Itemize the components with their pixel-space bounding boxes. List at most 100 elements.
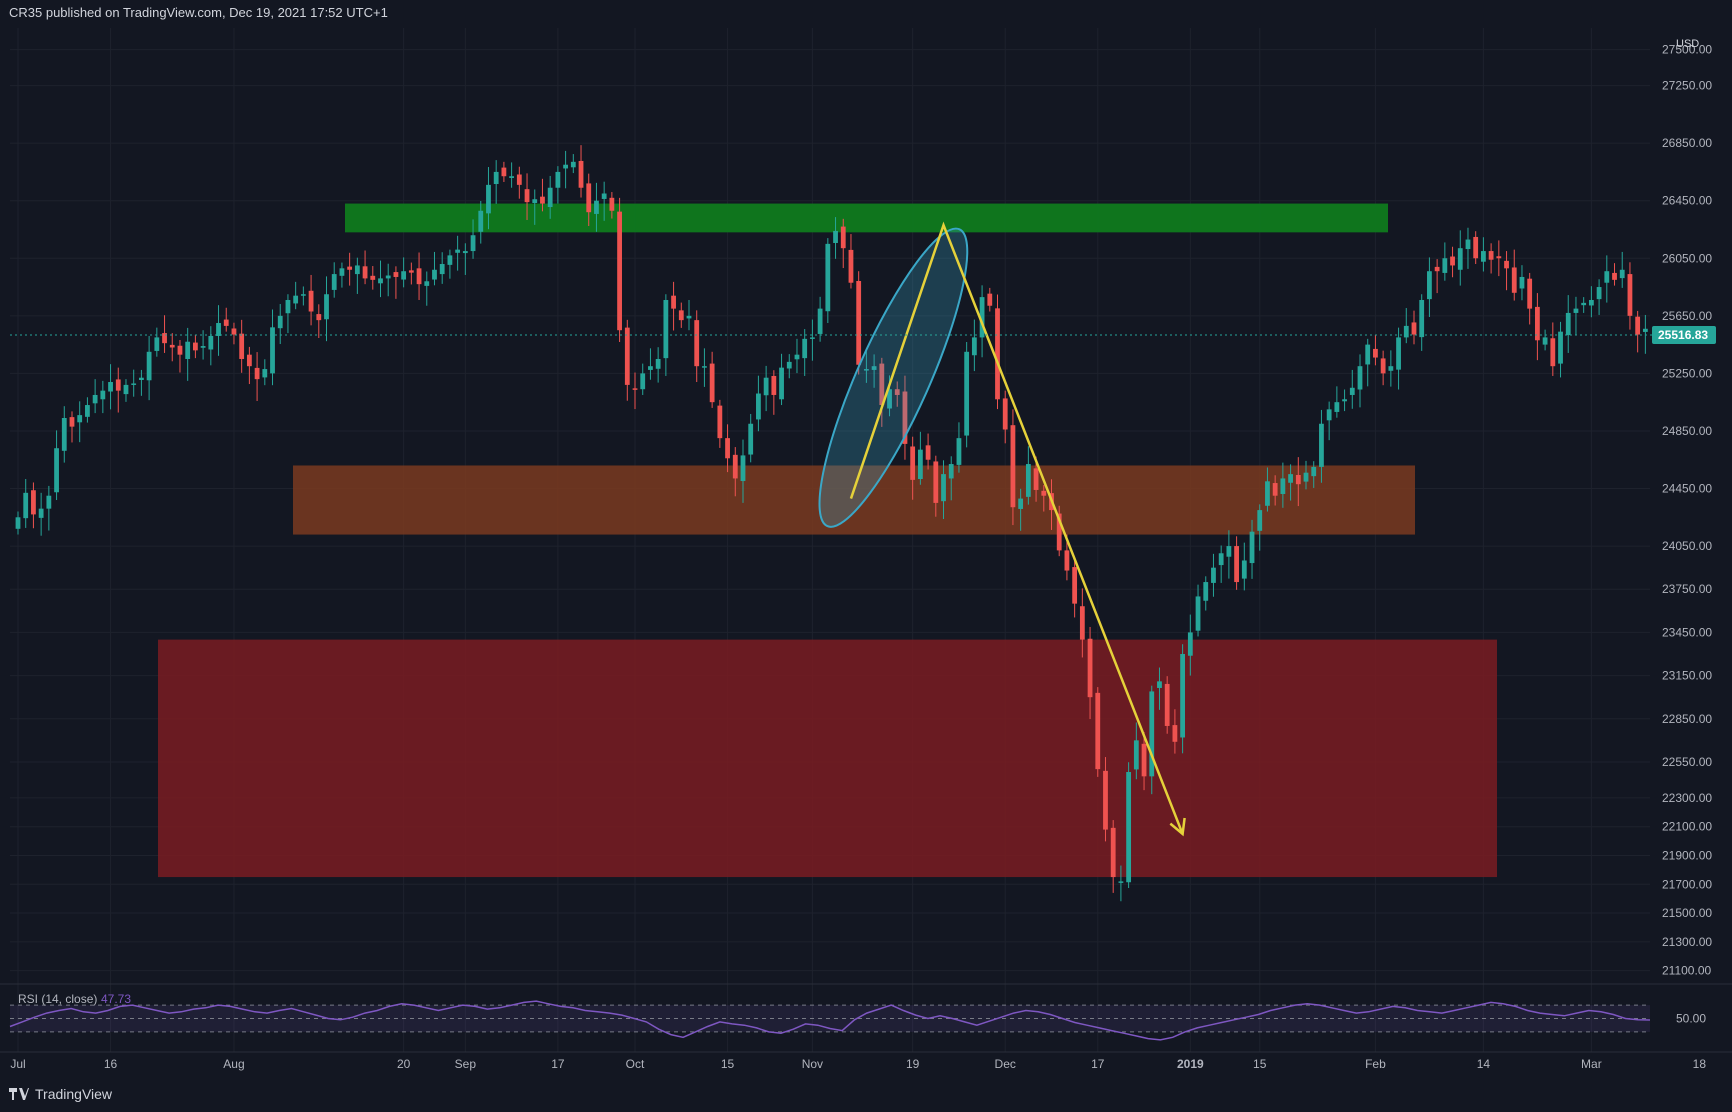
candle-body xyxy=(1018,498,1024,509)
candle-body xyxy=(331,274,337,290)
candle xyxy=(1527,272,1533,325)
candle xyxy=(1473,231,1479,265)
last-price-value: 25516.83 xyxy=(1658,328,1708,342)
candle-body xyxy=(1180,654,1186,738)
candle xyxy=(1488,243,1494,274)
candle xyxy=(1465,227,1471,269)
candle-body xyxy=(254,367,260,380)
candle-body xyxy=(941,474,946,502)
candle-body xyxy=(1434,266,1440,272)
candle xyxy=(38,492,44,536)
candle xyxy=(108,364,113,410)
candle-body xyxy=(1342,399,1347,402)
candle-body xyxy=(1550,338,1556,367)
candle xyxy=(223,307,229,332)
candle xyxy=(1511,249,1517,301)
candle xyxy=(354,257,360,294)
price-tick-label: 22550.00 xyxy=(1662,755,1712,769)
candle-body xyxy=(362,266,368,279)
price-chart[interactable]: 27500.0027250.0026850.0026450.0026050.00… xyxy=(0,0,1732,1112)
candle xyxy=(1218,545,1224,583)
candle-body xyxy=(208,335,214,350)
chart-grid xyxy=(10,28,1700,1052)
price-tick-label: 21100.00 xyxy=(1662,964,1711,978)
candle-body xyxy=(131,383,137,385)
candle-body xyxy=(1604,271,1610,283)
candle xyxy=(570,154,576,174)
candle xyxy=(1619,251,1625,288)
candle-body xyxy=(1349,387,1355,395)
candle-body xyxy=(231,328,237,335)
candle xyxy=(324,276,329,342)
candle-body xyxy=(462,251,468,254)
candle-body xyxy=(370,275,376,280)
candle-body xyxy=(1288,474,1293,483)
candle xyxy=(1419,294,1425,351)
candle xyxy=(15,511,21,535)
candle xyxy=(1380,350,1386,386)
candle-body xyxy=(825,243,831,312)
candle xyxy=(648,348,653,380)
candle xyxy=(208,326,214,366)
candle-body xyxy=(717,405,723,439)
candle-body xyxy=(547,187,553,208)
candle-body xyxy=(786,361,792,369)
candle xyxy=(177,339,183,373)
candle-body xyxy=(123,384,129,395)
candle-body xyxy=(1627,274,1633,316)
candle-body xyxy=(1087,638,1093,698)
price-axis: 27500.0027250.0026850.0026450.0026050.00… xyxy=(10,28,1732,1052)
candle xyxy=(347,252,353,286)
candle-body xyxy=(678,310,684,321)
candle-body xyxy=(509,176,515,178)
candle-body xyxy=(732,454,738,479)
candle-body xyxy=(570,161,576,168)
candle xyxy=(1565,295,1571,353)
price-tick-label: 26450.00 xyxy=(1662,194,1712,208)
candle-body xyxy=(1334,402,1340,412)
candle-body xyxy=(1588,299,1594,306)
candle-body xyxy=(817,308,823,334)
candle xyxy=(802,329,808,376)
candle-body xyxy=(1172,725,1178,742)
candle-body xyxy=(1642,328,1648,332)
candle-body xyxy=(347,266,353,270)
candle xyxy=(1226,530,1232,579)
rsi-level-label: 50.00 xyxy=(1676,1012,1706,1026)
candle xyxy=(786,354,792,379)
candle-body xyxy=(1635,316,1641,335)
candle-body xyxy=(1103,770,1108,830)
time-tick-label: Sep xyxy=(455,1057,477,1071)
candle-body xyxy=(46,495,52,509)
candle-body xyxy=(856,280,862,365)
candle-body xyxy=(917,449,923,480)
candle-body xyxy=(1079,606,1085,640)
candle xyxy=(678,302,684,328)
candle-body xyxy=(393,272,399,277)
price-tick-label: 22850.00 xyxy=(1662,712,1712,726)
candle-body xyxy=(756,393,761,420)
time-tick-label: 20 xyxy=(397,1057,411,1071)
candle-body xyxy=(524,189,530,203)
candle-body xyxy=(1303,472,1309,482)
candle-body xyxy=(516,174,522,185)
candle xyxy=(501,161,507,182)
candle-body xyxy=(324,294,329,320)
candle-body xyxy=(1511,267,1517,293)
candle xyxy=(555,166,561,204)
candle xyxy=(277,304,283,345)
zone-resistance xyxy=(345,203,1388,233)
candle-body xyxy=(833,230,838,244)
candle-body xyxy=(1118,881,1124,883)
price-tick-label: 21700.00 xyxy=(1662,877,1712,891)
candle-body xyxy=(1473,236,1479,259)
candle-body xyxy=(1442,258,1448,273)
price-tick-label: 26850.00 xyxy=(1662,136,1712,150)
candle xyxy=(254,352,260,402)
candle xyxy=(46,485,52,531)
candle xyxy=(856,271,862,375)
candle xyxy=(439,252,445,284)
candle xyxy=(1365,338,1371,387)
candle xyxy=(956,422,962,473)
candle-body xyxy=(316,314,322,321)
